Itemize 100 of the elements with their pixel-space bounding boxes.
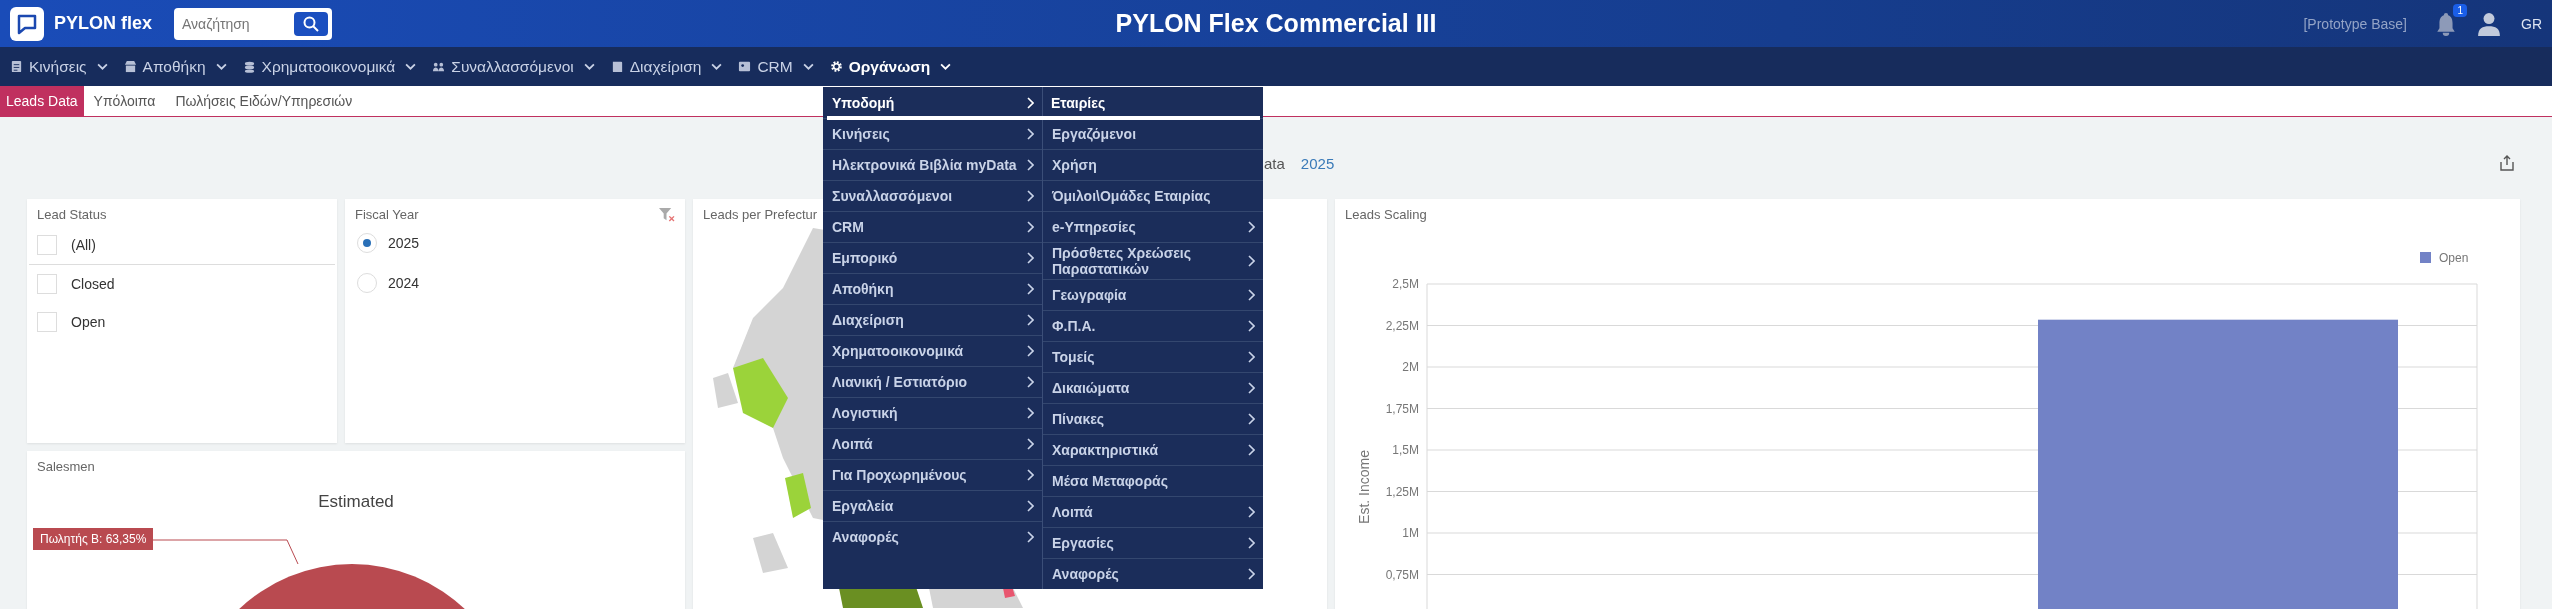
menu-entry[interactable]: Λοιπά	[823, 428, 1042, 459]
tab[interactable]: Υπόλοιπα	[83, 86, 166, 116]
menu-item[interactable]: CRM	[738, 57, 814, 76]
menu-entry[interactable]: Εργασίες	[1043, 527, 1263, 558]
caret-icon	[96, 63, 108, 70]
menu-entry[interactable]: Γεωγραφία	[1043, 279, 1263, 310]
chevron-icon	[1026, 159, 1034, 171]
chart-title: Estimated	[317, 492, 395, 512]
menu-entry[interactable]: Όμιλοι\Ομάδες Εταιρίας	[1043, 180, 1263, 211]
radio-label: 2024	[388, 275, 420, 291]
checkbox-label: (All)	[71, 237, 96, 253]
chevron-icon	[1247, 255, 1255, 267]
menu-item[interactable]: Χρηματοοικονομικά	[242, 57, 417, 76]
caret-icon	[215, 63, 227, 70]
chevron-icon	[1026, 438, 1034, 450]
chevron-icon	[1026, 500, 1034, 512]
menu-entry[interactable]: Ηλεκτρονικά Βιβλία myData	[823, 149, 1042, 180]
card-title: Lead Status	[37, 207, 107, 222]
menu-entry[interactable]: Συναλλασσόμενοι	[823, 180, 1042, 211]
coins-icon	[242, 60, 256, 73]
menu-entry[interactable]: Χρηματοοικονομικά	[823, 335, 1042, 366]
legend-label[interactable]: Open	[2439, 251, 2469, 265]
chevron-icon	[1026, 252, 1034, 264]
chevron-icon	[1247, 413, 1255, 425]
menu-entry[interactable]: e-Υπηρεσίες	[1043, 211, 1263, 242]
menu-entry[interactable]: Πίνακες	[1043, 403, 1263, 434]
submenu-heading: Εταιρίες	[1050, 93, 1107, 113]
chevron-icon	[1247, 506, 1255, 518]
menu-entry[interactable]: Για Προχωρημένους	[823, 459, 1042, 490]
menu-entry[interactable]: Αποθήκη	[823, 273, 1042, 304]
chevron-icon	[1026, 190, 1034, 202]
chevron-icon	[1026, 314, 1034, 326]
checkbox[interactable]	[37, 312, 57, 332]
book-icon	[610, 60, 624, 73]
document-icon	[10, 60, 23, 73]
store-icon	[123, 60, 137, 73]
notification-badge: 1	[2453, 3, 2467, 17]
menu-entry[interactable]: Αναφορές	[1043, 558, 1263, 589]
chevron-icon	[1026, 128, 1034, 140]
chevron-icon	[1247, 444, 1255, 456]
export-icon[interactable]	[2499, 155, 2515, 171]
language-link[interactable]: GR	[2521, 15, 2542, 32]
chevron-icon	[1247, 568, 1255, 580]
checkbox[interactable]	[37, 235, 57, 255]
axis-tick-label: 2,25M	[1385, 318, 1419, 333]
menu-item[interactable]: Αποθήκη	[123, 57, 227, 76]
caret-icon	[405, 63, 417, 70]
caret-icon	[711, 63, 723, 70]
radio-label: 2025	[388, 235, 420, 251]
menu-entry[interactable]: Πρόσθετες Χρεώσεις Παραστατικών	[1043, 242, 1263, 279]
chevron-icon	[1247, 537, 1255, 549]
menu-entry[interactable]: Τομείς	[1043, 341, 1263, 372]
menu-entry[interactable]: Διαχείριση	[823, 304, 1042, 335]
menu-entry[interactable]: Λοιπά	[1043, 496, 1263, 527]
chevron-icon	[1247, 289, 1255, 301]
user-icon[interactable]	[2477, 11, 2501, 36]
dashboard-title: ata	[1264, 154, 1285, 172]
caret-icon	[940, 63, 952, 70]
card-title: Leads Scaling	[1345, 207, 1427, 222]
axis-title: Est. Income	[1356, 450, 1372, 524]
caret-icon	[802, 63, 814, 70]
people-icon	[432, 60, 446, 73]
menu-entry[interactable]: Λιανική / Εστιατόριο	[823, 366, 1042, 397]
menu-entry[interactable]: Αναφορές	[823, 521, 1042, 552]
chat-logo-icon	[10, 6, 44, 41]
menu-item[interactable]: Οργάνωση	[829, 57, 952, 76]
menu-entry[interactable]: Εμπορικό	[823, 242, 1042, 273]
tab[interactable]: Leads Data	[0, 86, 84, 116]
tab[interactable]: Πωλήσεις Ειδών/Υπηρεσιών	[165, 86, 363, 116]
chevron-icon	[1026, 469, 1034, 481]
slice-label: Πωλητής Β: 63,35%	[33, 528, 154, 550]
menu-entry[interactable]: Δικαιώματα	[1043, 372, 1263, 403]
chevron-icon	[1026, 283, 1034, 295]
axis-tick-label: 1,5M	[1392, 443, 1419, 457]
menu-entry[interactable]: Λογιστική	[823, 397, 1042, 428]
chevron-icon	[1247, 320, 1255, 332]
clear-filter-icon[interactable]	[658, 207, 675, 222]
bell-icon[interactable]	[2435, 11, 2457, 36]
checkbox-label: Open	[71, 314, 106, 330]
menu-item[interactable]: Κινήσεις	[10, 57, 108, 76]
card-title: Fiscal Year	[355, 207, 419, 222]
axis-tick-label: 1M	[1402, 526, 1419, 540]
chevron-icon	[1026, 531, 1034, 543]
menu-entry[interactable]: Μέσα Μεταφοράς	[1043, 465, 1263, 496]
checkbox-label: Closed	[71, 276, 115, 292]
menu-entry[interactable]: Χρήση	[1043, 149, 1263, 180]
menu-entry[interactable]: Εργαλεία	[823, 490, 1042, 521]
menu-entry[interactable]: Χαρακτηριστικά	[1043, 434, 1263, 465]
menu-item[interactable]: Διαχείριση	[610, 57, 723, 76]
menu-entry[interactable]: CRM	[823, 211, 1042, 242]
checkbox[interactable]	[37, 274, 57, 294]
menu-entry[interactable]: Υποδομή	[823, 87, 1042, 118]
chevron-icon	[1247, 382, 1255, 394]
menu-item[interactable]: Συναλλασσόμενοι	[432, 57, 595, 76]
menu-entry[interactable]: Φ.Π.Α.	[1043, 310, 1263, 341]
chevron-icon	[1026, 407, 1034, 419]
search-button[interactable]	[294, 11, 329, 36]
caret-icon	[583, 63, 595, 70]
dashboard-year: 2025	[1300, 154, 1335, 172]
axis-tick-label: 1,75M	[1385, 401, 1419, 416]
